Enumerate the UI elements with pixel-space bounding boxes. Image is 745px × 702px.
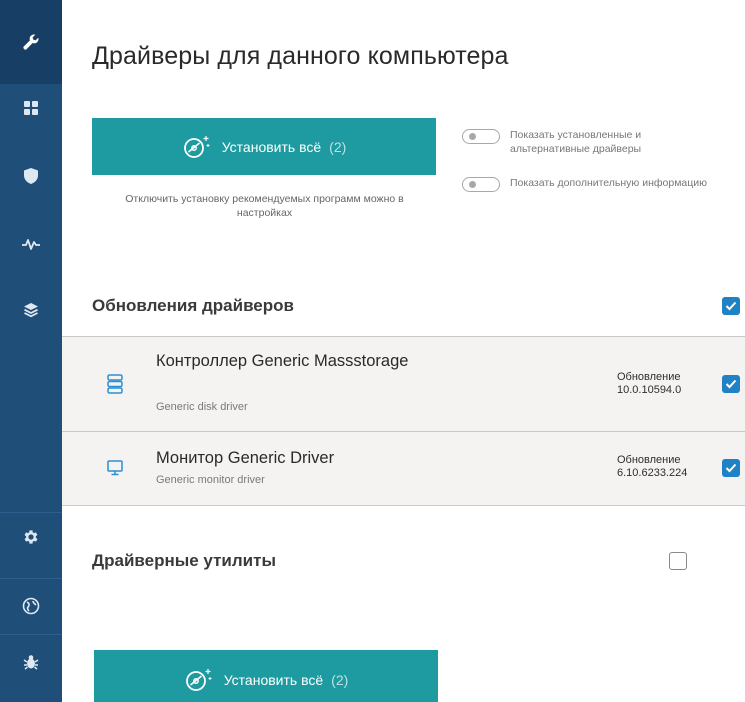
install-all-button[interactable]: Установить всё (2): [92, 118, 436, 175]
settings-hint: Отключить установку рекомендуемых програ…: [125, 193, 404, 219]
install-all-count: (2): [331, 672, 349, 688]
sidebar-item-report-bug[interactable]: [0, 636, 62, 688]
update-label: Обновление: [617, 371, 681, 383]
disc-sparkle-icon: [184, 667, 214, 693]
toggle-show-details[interactable]: Показать дополнительную информацию: [462, 176, 710, 192]
toggle-show-installed[interactable]: Показать установленные и альтернативные …: [462, 128, 710, 156]
toggle-label: Показать дополнительную информацию: [510, 177, 708, 189]
driver-name: Монитор Generic Driver: [156, 449, 335, 467]
install-all-label: Установить всё: [223, 672, 324, 688]
update-info: Обновление 6.10.6233.224: [617, 454, 687, 480]
driver-updates-title: Обновления драйверов: [92, 296, 294, 315]
sidebar-divider: [0, 578, 62, 579]
update-version: 6.10.6233.224: [617, 467, 688, 479]
monitor-icon: [106, 459, 124, 482]
driver-utilities-checkbox[interactable]: [669, 552, 687, 570]
install-all-button-bottom[interactable]: Установить всё (2): [94, 650, 438, 702]
driver-name: Контроллер Generic Massstorage: [156, 352, 409, 370]
pulse-icon: [21, 237, 41, 251]
sidebar-item-protection[interactable]: [0, 152, 62, 200]
disc-sparkle-icon: [182, 134, 212, 160]
sidebar: [0, 0, 62, 702]
sidebar-item-diagnostics[interactable]: [0, 220, 62, 268]
layers-icon: [22, 301, 40, 319]
bug-icon: [22, 653, 40, 671]
install-all-count: (2): [329, 138, 347, 155]
sidebar-item-settings[interactable]: [0, 513, 62, 561]
main-content: Драйверы для данного компьютера Установи…: [62, 0, 745, 702]
driver-checkbox[interactable]: [722, 375, 740, 393]
sidebar-item-apps[interactable]: [0, 84, 62, 132]
update-label: Обновление: [617, 454, 681, 466]
driver-row[interactable]: Контроллер Generic Massstorage Generic d…: [62, 336, 745, 432]
storage-icon: [106, 373, 124, 400]
sidebar-item-language[interactable]: [0, 580, 62, 632]
wrench-icon: [22, 33, 40, 51]
driver-row[interactable]: Монитор Generic Driver Generic monitor d…: [62, 431, 745, 505]
globe-icon: [22, 597, 40, 615]
driver-checkbox[interactable]: [722, 459, 740, 477]
toggle-switch[interactable]: [462, 177, 500, 192]
driver-description: Generic monitor driver: [156, 474, 265, 486]
update-info: Обновление 10.0.10594.0: [617, 371, 681, 397]
sidebar-divider: [0, 634, 62, 635]
sidebar-item-drivers[interactable]: [0, 0, 62, 84]
row-divider: [62, 505, 745, 506]
driver-utilities-title: Драйверные утилиты: [92, 551, 276, 570]
update-version: 10.0.10594.0: [617, 384, 682, 396]
sidebar-item-backup[interactable]: [0, 286, 62, 334]
driver-updates-checkbox[interactable]: [722, 297, 740, 315]
driver-description: Generic disk driver: [156, 401, 248, 413]
grid-icon: [23, 100, 39, 116]
install-all-label: Установить всё: [221, 138, 322, 155]
toggle-switch[interactable]: [462, 129, 500, 144]
toggle-label: Показать установленные и альтернативные …: [510, 129, 642, 155]
gear-icon: [22, 528, 40, 546]
shield-icon: [23, 167, 39, 185]
page-title: Драйверы для данного компьютера: [92, 42, 509, 70]
